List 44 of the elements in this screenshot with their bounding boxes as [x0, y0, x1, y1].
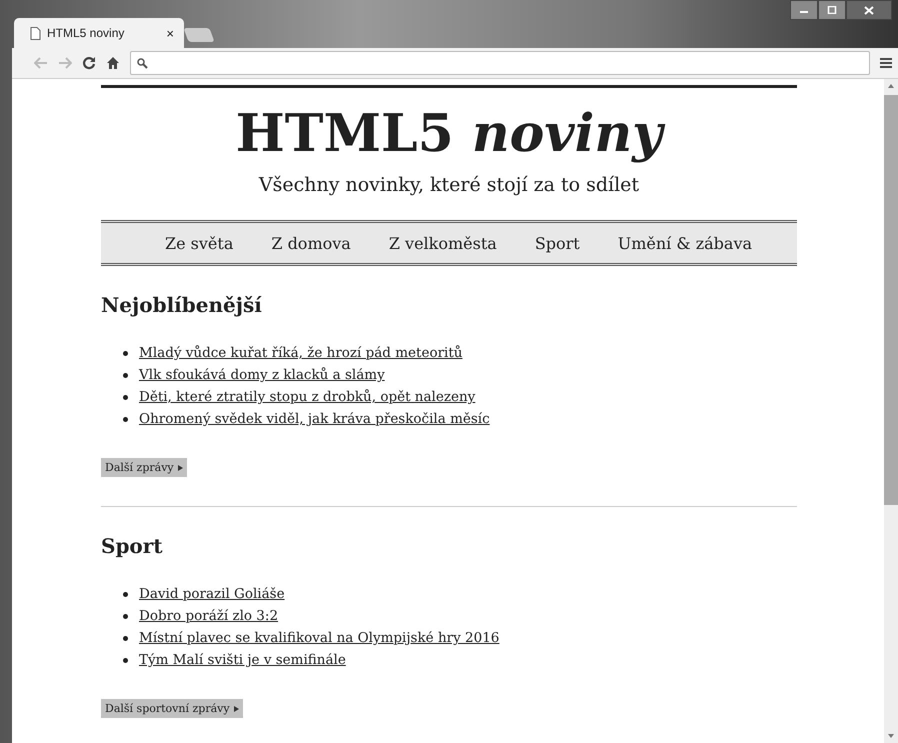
nav-link[interactable]: Sport — [534, 234, 580, 252]
menu-icon[interactable] — [880, 57, 892, 69]
close-button[interactable] — [846, 0, 892, 20]
tab-title: HTML5 noviny — [47, 26, 126, 40]
story-link[interactable]: Děti, které ztratily stopu z drobků, opět nalezeny — [139, 386, 476, 408]
story-link[interactable]: Ohromený svědek viděl, jak kráva přeskočila měsíc — [139, 408, 490, 430]
bullet-icon — [123, 416, 128, 422]
site-title: HTML5 noviny — [101, 102, 797, 166]
tab-close-button[interactable]: × — [166, 26, 174, 40]
page-icon — [30, 26, 41, 40]
home-icon[interactable] — [106, 56, 120, 70]
section-heading: Sport — [101, 533, 164, 559]
new-tab-button[interactable] — [183, 28, 215, 42]
story-link[interactable]: David porazil Goliáše — [139, 583, 285, 605]
nav-link[interactable]: Z velkoměsta — [388, 234, 497, 252]
triangle-icon — [234, 706, 239, 712]
nav-link[interactable]: Ze světa — [165, 234, 234, 252]
bullet-icon — [123, 592, 128, 596]
triangle-icon — [178, 464, 183, 470]
bullet-icon — [123, 614, 128, 618]
story-link[interactable]: Tým Malí svišti je v semifinále — [139, 649, 346, 671]
scrollbar[interactable] — [884, 79, 898, 743]
browser-tab[interactable]: HTML5 noviny × — [14, 18, 184, 48]
more-button[interactable]: Další sportovní zprávy — [101, 699, 243, 718]
nav-link[interactable]: Z domova — [271, 234, 351, 252]
bullet-icon — [123, 372, 128, 378]
minimize-button[interactable] — [790, 0, 818, 20]
maximize-button[interactable] — [818, 0, 846, 20]
bullet-icon — [123, 658, 128, 662]
bullet-icon — [123, 636, 128, 640]
story-link[interactable]: Vlk sfoukává domy z klacků a slámy — [139, 364, 385, 386]
story-link[interactable]: Místní plavec se kvalifikoval na Olympijské hry 2016 — [139, 627, 500, 649]
more-button[interactable]: Další zprávy — [101, 458, 187, 477]
section-heading: Nejoblíbenější — [101, 292, 263, 318]
story-link[interactable]: Mladý vůdce kuřat říká, že hrozí pád meteoritů — [139, 342, 462, 364]
reload-icon[interactable] — [82, 56, 96, 70]
story-link[interactable]: Dobro poráží zlo 3:2 — [139, 605, 278, 627]
maximize-icon — [827, 6, 837, 14]
bullet-icon — [123, 394, 128, 400]
search-icon — [137, 58, 148, 68]
site-tagline: Všechny novinky, které stojí za to sdílet — [258, 173, 640, 198]
nav-link[interactable]: Umění & zábava — [618, 234, 752, 252]
close-icon — [864, 6, 874, 14]
bullet-icon — [123, 350, 128, 356]
